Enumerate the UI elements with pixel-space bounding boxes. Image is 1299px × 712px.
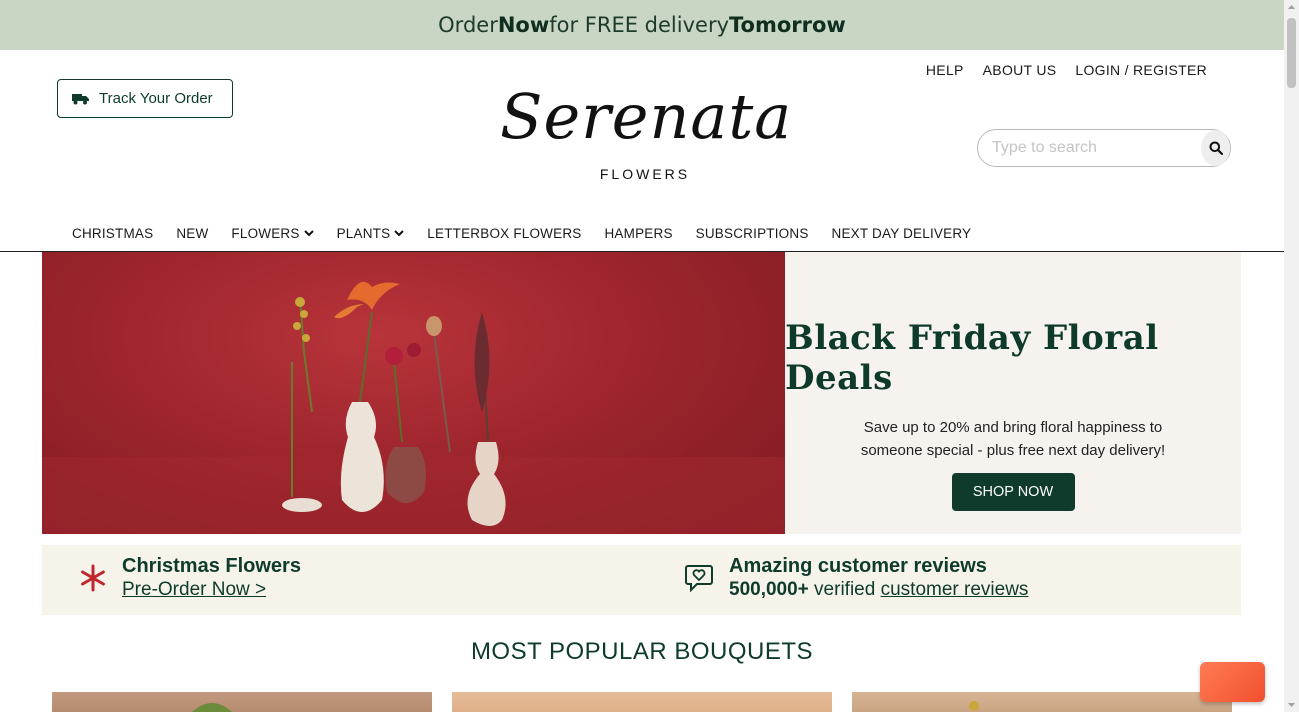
search-icon (1209, 141, 1223, 155)
nav-label: NEW (176, 225, 209, 241)
shop-now-button[interactable]: SHOP NOW (951, 473, 1075, 511)
nav-label: NEXT DAY DELIVERY (831, 225, 972, 241)
promo-text-2: for FREE delivery (549, 13, 730, 37)
track-order-button[interactable]: Track Your Order (57, 79, 233, 118)
nav-item-plants[interactable]: PLANTS (337, 219, 405, 247)
heart-chat-icon (685, 565, 713, 593)
chevron-down-icon (303, 229, 314, 236)
reviews-mid-text: verified (808, 579, 881, 600)
nav-label: SUBSCRIPTIONS (695, 225, 809, 241)
hero-description: Save up to 20% and bring floral happines… (860, 419, 1166, 459)
logo-subtitle: FLOWERS (599, 166, 691, 182)
search-input[interactable] (978, 138, 1201, 158)
reviews-count: 500,000+ (729, 579, 809, 600)
nav-label: HAMPERS (604, 225, 673, 241)
scroll-down-icon[interactable] (1287, 700, 1296, 709)
nav-label: PLANTS (336, 225, 391, 241)
nav-label: LETTERBOX FLOWERS (427, 225, 582, 241)
promo-text-now: Now (497, 13, 550, 37)
product-card[interactable] (452, 692, 832, 712)
main-nav: CHRISTMAS NEW FLOWERS PLANTS LETTERBOX F… (0, 219, 1284, 252)
product-image (969, 701, 979, 711)
nav-label: FLOWERS (231, 225, 300, 241)
product-image (192, 703, 232, 712)
reviews-title: Amazing customer reviews (729, 555, 987, 577)
section-title: MOST POPULAR BOUQUETS (470, 638, 814, 665)
feature-bar: Christmas Flowers Pre-Order Now > Amazin… (42, 545, 1241, 615)
search-box (977, 129, 1231, 167)
login-register-link[interactable]: LOGIN / REGISTER (1075, 62, 1207, 78)
logo-script: Serenata (500, 80, 793, 153)
nav-item-letterbox-flowers[interactable]: LETTERBOX FLOWERS (427, 219, 581, 247)
promo-text-tomorrow: Tomorrow (729, 13, 846, 37)
nav-item-hampers[interactable]: HAMPERS (604, 219, 672, 247)
product-card[interactable] (852, 692, 1232, 712)
nav-item-next-day-delivery[interactable]: NEXT DAY DELIVERY (832, 219, 972, 247)
product-image (452, 692, 832, 712)
nav-item-subscriptions[interactable]: SUBSCRIPTIONS (696, 219, 809, 247)
help-link[interactable]: HELP (926, 62, 964, 78)
christmas-feature: Christmas Flowers Pre-Order Now > (79, 555, 301, 601)
truck-icon (72, 93, 89, 104)
hero-title: Black Friday Floral Deals (785, 318, 1159, 398)
scroll-thumb[interactable] (1287, 18, 1296, 88)
about-us-link[interactable]: ABOUT US (983, 62, 1057, 78)
reviews-feature: Amazing customer reviews 500,000+ verifi… (684, 555, 1028, 601)
snowflake-icon (81, 564, 105, 592)
nav-item-christmas[interactable]: CHRISTMAS (72, 219, 153, 247)
promo-banner: Order Now for FREE delivery Tomorrow (0, 0, 1284, 50)
nav-item-flowers[interactable]: FLOWERS (231, 219, 314, 247)
reviews-subtitle: 500,000+ verified customer reviews (729, 579, 1028, 601)
hero-image[interactable] (42, 252, 785, 534)
track-order-label: Track Your Order (99, 90, 213, 107)
pre-order-link[interactable]: Pre-Order Now > (122, 579, 301, 601)
chevron-down-icon (394, 229, 405, 236)
nav-label: CHRISTMAS (72, 225, 154, 241)
hero-banner: Black Friday Floral Deals Save up to 20%… (42, 252, 1241, 534)
nav-item-new[interactable]: NEW (176, 219, 208, 247)
promo-text-1: Order (438, 13, 498, 37)
product-card[interactable] (52, 692, 432, 712)
christmas-title: Christmas Flowers (122, 555, 301, 577)
top-links: HELP ABOUT US LOGIN / REGISTER (926, 62, 1207, 78)
search-button[interactable] (1201, 130, 1230, 166)
hero-copy: Black Friday Floral Deals Save up to 20%… (785, 252, 1241, 534)
scroll-up-icon[interactable] (1287, 3, 1296, 12)
customer-reviews-link[interactable]: customer reviews (881, 579, 1029, 600)
scrollbar[interactable] (1284, 0, 1299, 712)
floating-offer-badge[interactable] (1200, 662, 1265, 702)
serenata-logo[interactable]: Serenata FLOWERS (500, 80, 791, 188)
vases-illustration (42, 281, 785, 534)
